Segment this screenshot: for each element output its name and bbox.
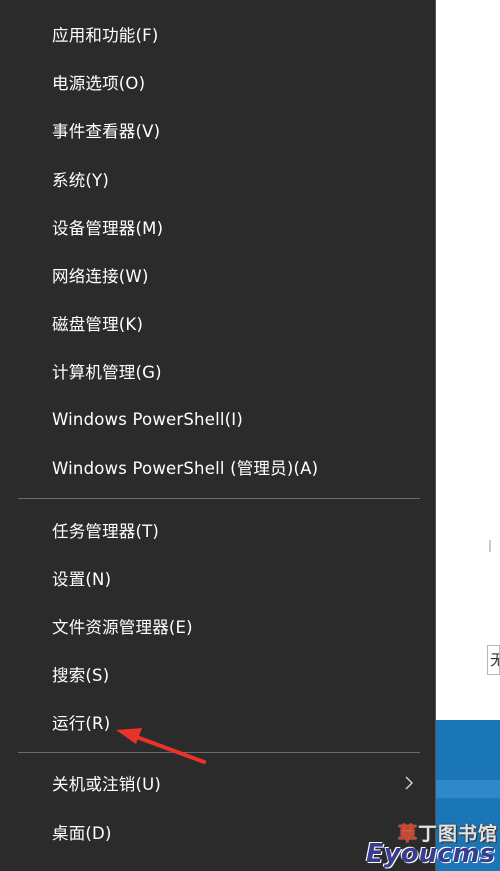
menu-item-search[interactable]: 搜索(S) <box>0 650 435 698</box>
menu-item-label: 网络连接(W) <box>52 267 149 286</box>
menu-item-task-manager[interactable]: 任务管理器(T) <box>0 506 435 554</box>
menu-separator <box>18 752 420 753</box>
menu-item-shutdown-or-signout[interactable]: 关机或注销(U) <box>0 759 435 807</box>
menu-item-powershell-admin[interactable]: Windows PowerShell (管理员)(A) <box>0 443 435 491</box>
menu-item-network-connections[interactable]: 网络连接(W) <box>0 251 435 299</box>
menu-item-label: 系统(Y) <box>52 171 109 190</box>
menu-item-label: 事件查看器(V) <box>52 122 161 141</box>
menu-item-system[interactable]: 系统(Y) <box>0 155 435 203</box>
menu-item-file-explorer[interactable]: 文件资源管理器(E) <box>0 602 435 650</box>
menu-item-label: 电源选项(O) <box>52 74 146 93</box>
menu-item-label: 设置(N) <box>52 570 112 589</box>
chevron-right-icon <box>405 776 413 790</box>
menu-item-power-options[interactable]: 电源选项(O) <box>0 58 435 106</box>
menu-item-label: Windows PowerShell(I) <box>52 409 243 429</box>
menu-item-computer-management[interactable]: 计算机管理(G) <box>0 347 435 395</box>
menu-item-settings[interactable]: 设置(N) <box>0 554 435 602</box>
menu-item-label: 搜索(S) <box>52 666 110 685</box>
menu-item-label: 计算机管理(G) <box>52 363 162 382</box>
menu-item-event-viewer[interactable]: 事件查看器(V) <box>0 106 435 154</box>
menu-item-disk-management[interactable]: 磁盘管理(K) <box>0 299 435 347</box>
menu-separator <box>18 498 420 499</box>
menu-item-label: 应用和功能(F) <box>52 26 159 45</box>
menu-item-label: 任务管理器(T) <box>52 522 160 541</box>
taskbar-highlight <box>436 780 500 798</box>
background-text-field[interactable]: 无 <box>487 645 500 675</box>
background-window-panel <box>436 0 500 720</box>
menu-item-label: 磁盘管理(K) <box>52 315 144 334</box>
menu-item-label: 桌面(D) <box>52 824 112 843</box>
menu-item-label: Windows PowerShell (管理员)(A) <box>52 459 319 478</box>
menu-item-device-manager[interactable]: 设备管理器(M) <box>0 203 435 251</box>
winx-context-menu: 应用和功能(F) 电源选项(O) 事件查看器(V) 系统(Y) 设备管理器(M)… <box>0 0 436 871</box>
menu-item-run[interactable]: 运行(R) <box>0 698 435 746</box>
watermark-logo: 草丁图书馆 Eyoucms <box>366 819 497 869</box>
watermark-english: Eyoucms <box>366 839 496 869</box>
annotation-arrow-icon <box>116 728 206 764</box>
menu-item-label: 文件资源管理器(E) <box>52 618 193 637</box>
background-scroll-mark <box>489 540 491 552</box>
menu-item-label: 运行(R) <box>52 714 111 733</box>
menu-item-label: 关机或注销(U) <box>52 775 162 794</box>
menu-item-label: 设备管理器(M) <box>52 219 164 238</box>
menu-item-apps-and-features[interactable]: 应用和功能(F) <box>0 10 435 58</box>
menu-item-powershell[interactable]: Windows PowerShell(I) <box>0 395 435 443</box>
